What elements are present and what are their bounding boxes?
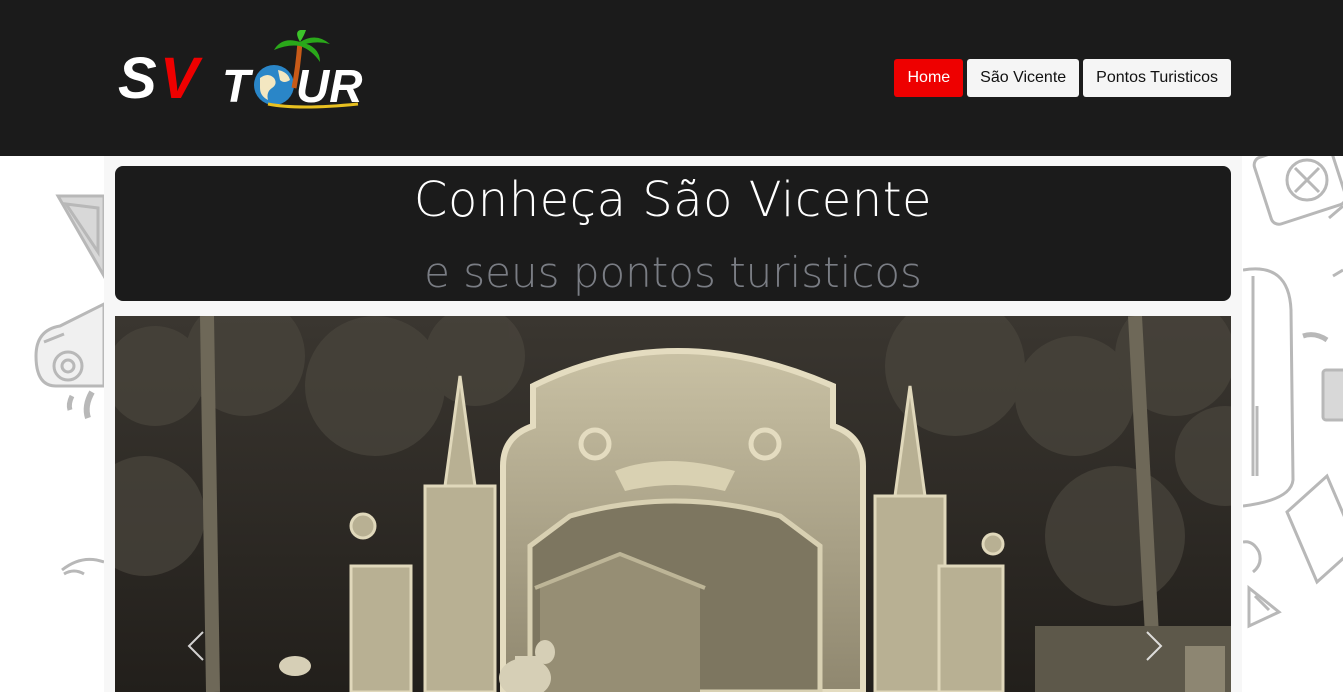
carousel-next-button[interactable] [1133,626,1173,666]
site-header: S V T UR Home São Vicente Pontos Turisti… [0,0,1343,156]
main-nav: Home São Vicente Pontos Turisticos [894,59,1231,97]
doodle-background-left [0,156,106,692]
nav-home-button[interactable]: Home [894,59,964,97]
image-carousel[interactable] [115,316,1231,692]
svg-text:T: T [222,60,254,112]
nav-sao-vicente-button[interactable]: São Vicente [967,59,1080,97]
hero-banner: Conheça São Vicente e seus pontos turist… [115,166,1231,301]
hero-title: Conheça São Vicente [413,172,933,228]
sv-tour-logo[interactable]: S V T UR [118,29,368,115]
svg-text:S: S [118,46,157,111]
main-container: Conheça São Vicente e seus pontos turist… [104,156,1242,692]
vintage-monument-photo [115,316,1231,692]
chevron-left-icon [187,631,204,661]
nav-pontos-turisticos-button[interactable]: Pontos Turisticos [1083,59,1231,97]
hero-subtitle: e seus pontos turisticos [424,248,922,297]
svg-text:V: V [160,46,203,111]
doodle-background-right [1242,136,1343,692]
carousel-prev-button[interactable] [177,626,217,666]
chevron-right-icon [1146,631,1163,661]
